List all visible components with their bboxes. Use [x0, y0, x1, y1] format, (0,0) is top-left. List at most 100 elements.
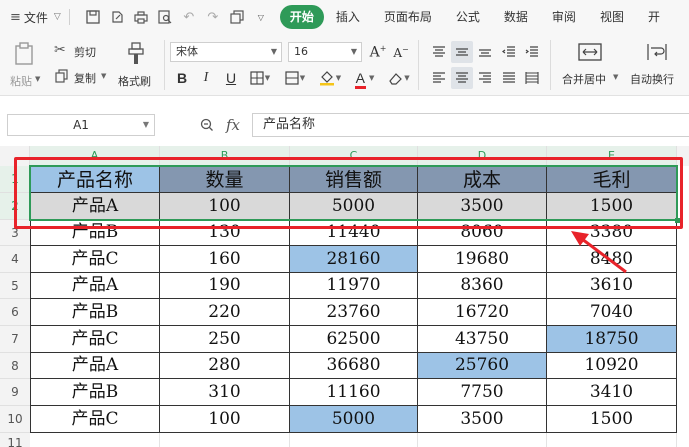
- table-header-cell[interactable]: 产品名称: [30, 166, 160, 193]
- print-icon[interactable]: [132, 8, 150, 26]
- align-middle-button[interactable]: [451, 41, 473, 63]
- table-cell[interactable]: 8360: [418, 273, 547, 299]
- table-cell[interactable]: 1500: [547, 406, 677, 433]
- table-cell[interactable]: 7750: [418, 379, 547, 406]
- row-header-8[interactable]: 8: [0, 353, 30, 379]
- table-cell[interactable]: 220: [160, 299, 290, 326]
- underline-button[interactable]: U: [220, 67, 242, 89]
- tab-view[interactable]: 视图: [588, 5, 636, 29]
- table-cell[interactable]: 3380: [547, 220, 677, 246]
- table-header-cell[interactable]: 销售额: [290, 166, 418, 193]
- table-cell[interactable]: 11440: [290, 220, 418, 246]
- increase-font-size-button[interactable]: A+: [367, 41, 389, 63]
- table-cell[interactable]: 5000: [290, 406, 418, 433]
- redo-icon[interactable]: ↷: [204, 8, 222, 26]
- file-menu[interactable]: ≡ 文件 ▽: [10, 9, 61, 26]
- font-color-button[interactable]: A ▼: [350, 67, 380, 89]
- row-header-4[interactable]: 4: [0, 246, 30, 273]
- table-cell[interactable]: 1500: [547, 193, 677, 220]
- row-header-7[interactable]: 7: [0, 326, 30, 353]
- clear-format-button[interactable]: ▼: [384, 67, 414, 89]
- row-header-10[interactable]: 10: [0, 406, 30, 433]
- tab-home[interactable]: 开始: [279, 5, 324, 29]
- justify-button[interactable]: [498, 67, 520, 89]
- table-cell[interactable]: 7040: [547, 299, 677, 326]
- print-preview-icon[interactable]: [156, 8, 174, 26]
- table-cell[interactable]: 产品B: [30, 379, 160, 406]
- font-name-select[interactable]: 宋体 ▼: [170, 42, 282, 62]
- tab-review[interactable]: 审阅: [540, 5, 588, 29]
- merge-center-button[interactable]: 合并居中 ▼: [558, 40, 624, 90]
- spreadsheet-grid[interactable]: A B C D E 1 2 3 4 5 6 7 8 9 10 11 产品名称 数量 销售额 成本 毛利 产品A 100 500…: [0, 146, 689, 447]
- table-cell[interactable]: 100: [160, 193, 290, 220]
- table-cell[interactable]: 10920: [547, 353, 677, 379]
- align-right-button[interactable]: [474, 67, 496, 89]
- column-header-c[interactable]: C: [290, 146, 418, 166]
- table-cell[interactable]: 280: [160, 353, 290, 379]
- cut-button[interactable]: ✂ 剪切: [54, 42, 104, 60]
- table-header-cell[interactable]: 毛利: [547, 166, 677, 193]
- table-cell[interactable]: 5000: [290, 193, 418, 220]
- fill-color-button[interactable]: ▼: [314, 67, 346, 89]
- table-cell[interactable]: 100: [160, 406, 290, 433]
- row-header-6[interactable]: 6: [0, 299, 30, 326]
- table-cell[interactable]: 310: [160, 379, 290, 406]
- tab-page-layout[interactable]: 页面布局: [372, 5, 444, 29]
- row-header-5[interactable]: 5: [0, 273, 30, 299]
- select-all-corner[interactable]: [0, 146, 30, 166]
- table-cell[interactable]: 23760: [290, 299, 418, 326]
- table-cell[interactable]: 16720: [418, 299, 547, 326]
- paste-button[interactable]: 粘贴 ▼: [10, 40, 40, 90]
- table-cell[interactable]: 3410: [547, 379, 677, 406]
- tab-data[interactable]: 数据: [492, 5, 540, 29]
- table-cell[interactable]: 11970: [290, 273, 418, 299]
- wrap-text-button[interactable]: 自动换行: [628, 40, 686, 90]
- table-cell[interactable]: 130: [160, 220, 290, 246]
- table-cell[interactable]: 产品B: [30, 299, 160, 326]
- table-header-cell[interactable]: 成本: [418, 166, 547, 193]
- font-size-select[interactable]: 16 ▼: [288, 42, 362, 62]
- table-cell[interactable]: 18750: [547, 326, 677, 353]
- tab-developer[interactable]: 开: [636, 5, 672, 29]
- table-cell[interactable]: 8480: [547, 246, 677, 273]
- table-cell[interactable]: 产品C: [30, 326, 160, 353]
- table-header-cell[interactable]: 数量: [160, 166, 290, 193]
- formula-input[interactable]: 产品名称: [252, 113, 689, 137]
- insert-function-button[interactable]: fx: [226, 116, 240, 134]
- name-box[interactable]: A1 ▼: [7, 114, 155, 136]
- row-header-3[interactable]: 3: [0, 220, 30, 246]
- empty-cell[interactable]: [418, 433, 547, 447]
- table-cell[interactable]: 产品A: [30, 193, 160, 220]
- decrease-indent-button[interactable]: [498, 41, 520, 63]
- empty-cell[interactable]: [160, 433, 290, 447]
- save-icon[interactable]: [84, 8, 102, 26]
- align-bottom-button[interactable]: [474, 41, 496, 63]
- table-cell[interactable]: 产品A: [30, 353, 160, 379]
- table-cell[interactable]: 28160: [290, 246, 418, 273]
- fill-handle[interactable]: [675, 218, 680, 223]
- column-header-a[interactable]: A: [30, 146, 160, 166]
- export-icon[interactable]: [108, 8, 126, 26]
- table-cell[interactable]: 产品A: [30, 273, 160, 299]
- empty-cell[interactable]: [547, 433, 677, 447]
- align-top-button[interactable]: [428, 41, 450, 63]
- table-cell[interactable]: 3500: [418, 406, 547, 433]
- table-cell[interactable]: 产品C: [30, 246, 160, 273]
- row-header-1[interactable]: 1: [0, 166, 30, 193]
- table-cell[interactable]: 3500: [418, 193, 547, 220]
- row-header-9[interactable]: 9: [0, 379, 30, 406]
- table-cell[interactable]: 产品C: [30, 406, 160, 433]
- column-header-blank[interactable]: [677, 146, 689, 166]
- table-cell[interactable]: 19680: [418, 246, 547, 273]
- zoom-icon[interactable]: [200, 118, 214, 136]
- empty-cell[interactable]: [290, 433, 418, 447]
- column-header-d[interactable]: D: [418, 146, 547, 166]
- table-cell[interactable]: 250: [160, 326, 290, 353]
- table-cell[interactable]: 11160: [290, 379, 418, 406]
- italic-button[interactable]: I: [195, 67, 217, 89]
- table-cell[interactable]: 160: [160, 246, 290, 273]
- align-left-button[interactable]: [428, 67, 450, 89]
- format-painter-button[interactable]: 格式刷: [116, 40, 158, 90]
- chevron-down-icon[interactable]: ▽: [252, 8, 270, 26]
- distributed-align-button[interactable]: [521, 67, 543, 89]
